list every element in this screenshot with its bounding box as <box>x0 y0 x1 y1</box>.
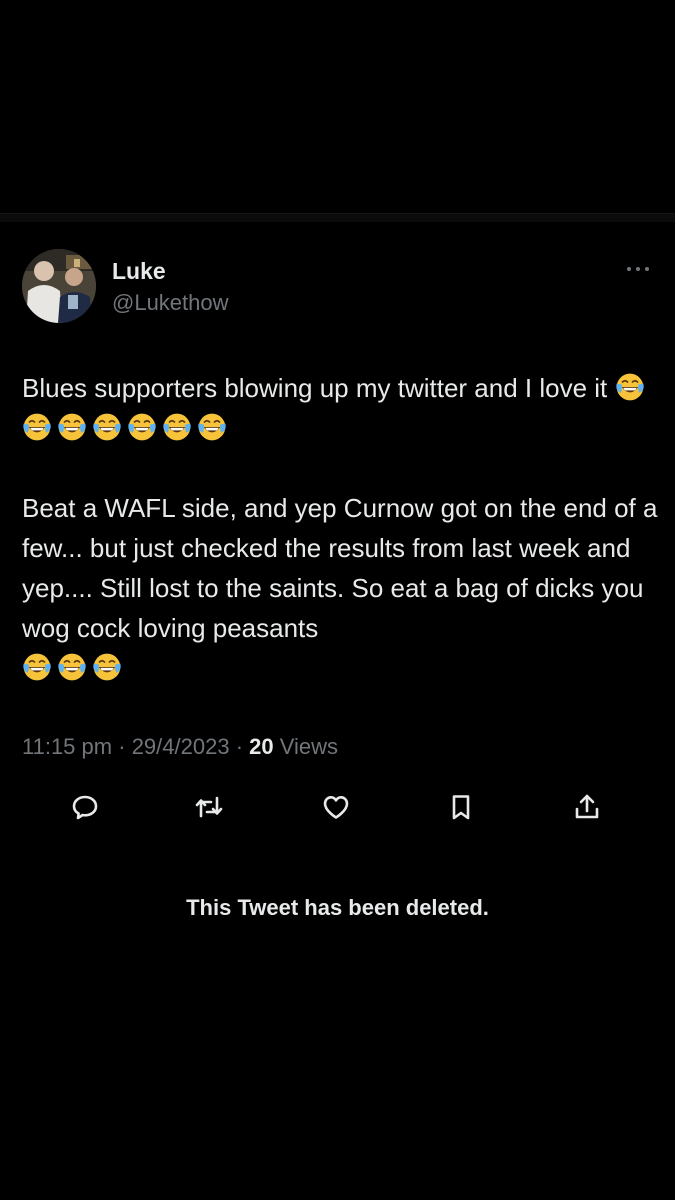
tweet-paragraph-2: Beat a WAFL side, and yep Curnow got on … <box>22 488 662 688</box>
tweet-paragraph-2-text: Beat a WAFL side, and yep Curnow got on … <box>22 493 658 643</box>
face-with-tears-of-joy-icon <box>163 413 191 441</box>
tweet-paragraph-1: Blues supporters blowing up my twitter a… <box>22 368 662 448</box>
top-divider <box>0 213 675 222</box>
like-icon[interactable] <box>321 792 351 822</box>
avatar-photo <box>22 249 96 323</box>
face-with-tears-of-joy-icon <box>93 653 121 681</box>
tweet-text: Blues supporters blowing up my twitter a… <box>22 368 662 688</box>
face-with-tears-of-joy-icon <box>58 413 86 441</box>
author-handle[interactable]: @Lukethow <box>112 290 229 316</box>
more-options-icon[interactable] <box>624 262 652 276</box>
bookmark-icon[interactable] <box>446 792 476 822</box>
deleted-notice: This Tweet has been deleted. <box>186 895 489 920</box>
face-with-tears-of-joy-icon <box>93 413 121 441</box>
face-with-tears-of-joy-icon <box>198 413 226 441</box>
views-label: Views <box>279 734 339 759</box>
author-name[interactable]: Luke <box>112 258 166 285</box>
tweet-metadata: 11:15 pm · 29/4/2023 · 20 Views <box>22 734 338 760</box>
face-with-tears-of-joy-icon <box>58 653 86 681</box>
separator: · <box>118 734 126 759</box>
reply-icon[interactable] <box>70 792 100 822</box>
emoji-row-2 <box>22 653 127 683</box>
face-with-tears-of-joy-icon <box>615 373 644 401</box>
share-icon[interactable] <box>572 792 602 822</box>
avatar[interactable] <box>22 249 96 323</box>
views-count: 20 <box>249 734 274 759</box>
face-with-tears-of-joy-icon <box>128 413 156 441</box>
tweet-date[interactable]: 29/4/2023 <box>132 734 230 759</box>
face-with-tears-of-joy-icon <box>23 413 51 441</box>
face-with-tears-of-joy-icon <box>23 653 51 681</box>
tweet-time[interactable]: 11:15 pm <box>22 734 112 759</box>
tweet-paragraph-1-text: Blues supporters blowing up my twitter a… <box>22 373 608 403</box>
separator: · <box>235 734 244 759</box>
retweet-icon[interactable] <box>194 792 224 822</box>
